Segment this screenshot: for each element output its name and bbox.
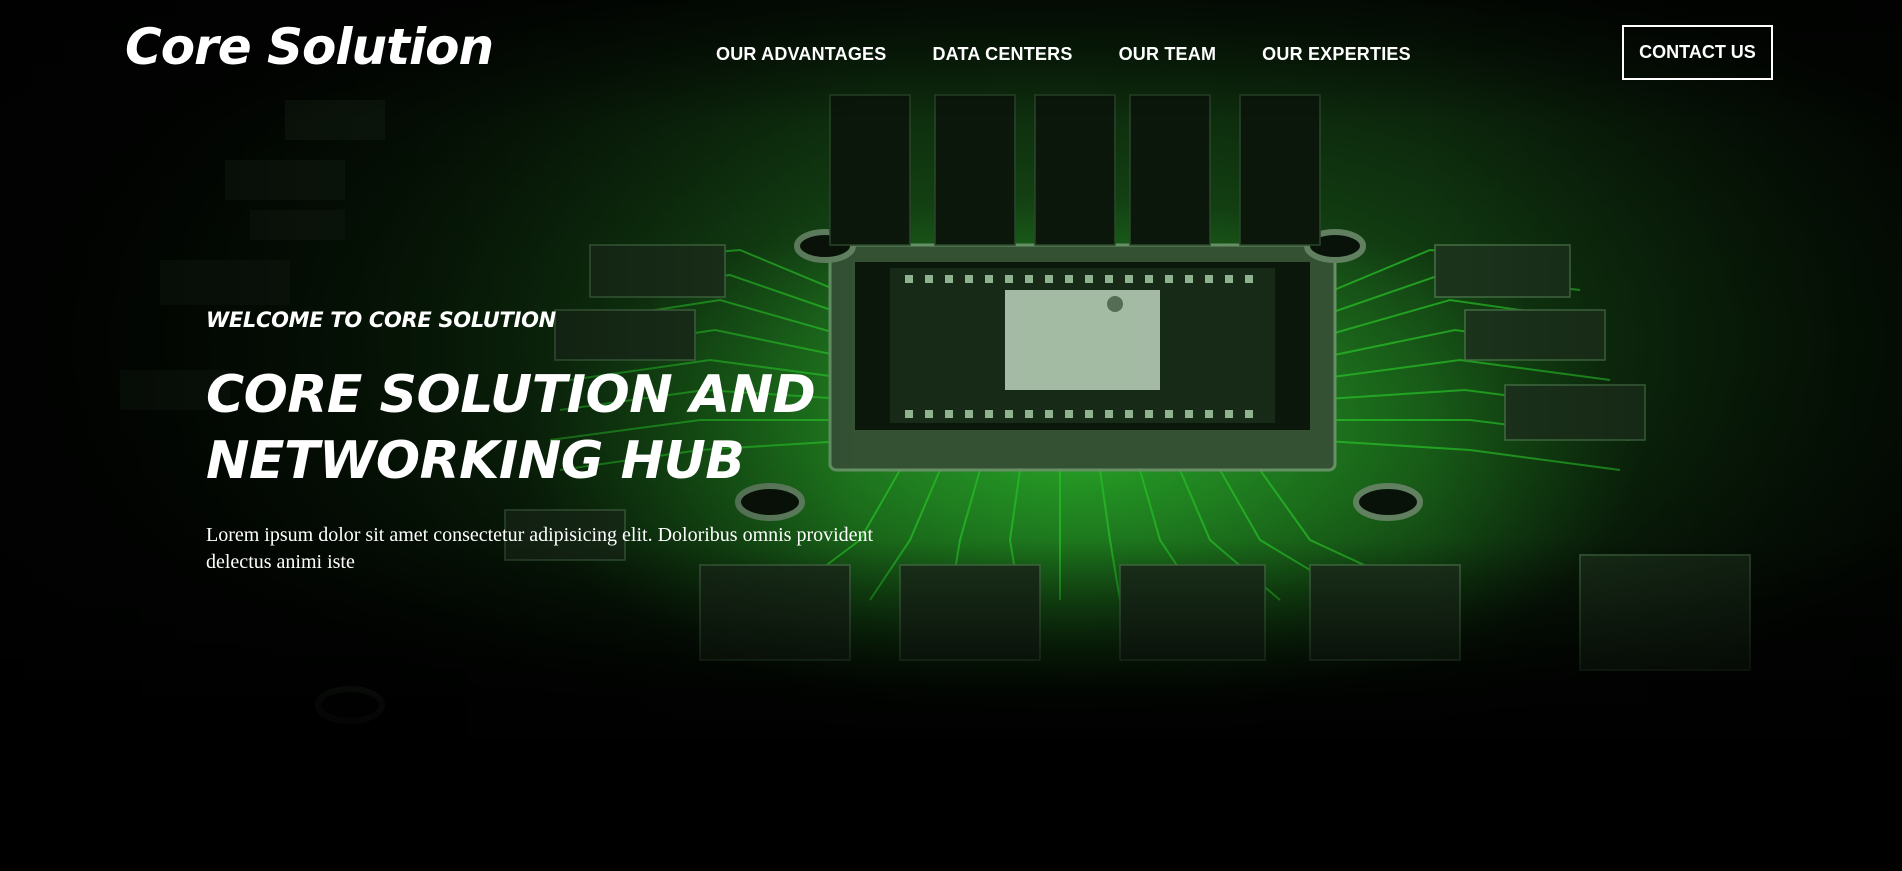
main-nav: OUR ADVANTAGES DATA CENTERS OUR TEAM OUR… — [716, 44, 1411, 65]
hero-headline: CORE SOLUTION AND NETWORKING HUB — [206, 362, 826, 494]
hero-lead-line-1: Lorem ipsum dolor sit amet consectetur a… — [206, 524, 874, 546]
hero-headline-line-1: CORE SOLUTION AND — [206, 365, 816, 425]
brand-logo[interactable]: Core Solution — [125, 18, 494, 76]
nav-item-our-advantages[interactable]: OUR ADVANTAGES — [716, 44, 886, 65]
nav-item-our-team[interactable]: OUR TEAM — [1119, 44, 1217, 65]
hero-eyebrow: WELCOME TO CORE SOLUTION — [206, 308, 556, 332]
landing-page: Core Solution OUR ADVANTAGES DATA CENTER… — [0, 0, 1902, 871]
hero-lead-text: Lorem ipsum dolor sit amet consectetur a… — [206, 522, 966, 576]
nav-item-our-experties[interactable]: OUR EXPERTIES — [1262, 44, 1411, 65]
hero-lead-line-2: delectus animi iste — [206, 551, 355, 573]
hero-headline-line-2: NETWORKING HUB — [206, 431, 745, 491]
contact-us-button[interactable]: CONTACT US — [1622, 25, 1773, 80]
site-header: Core Solution OUR ADVANTAGES DATA CENTER… — [0, 0, 1902, 108]
nav-item-data-centers[interactable]: DATA CENTERS — [932, 44, 1072, 65]
hero-section: WELCOME TO CORE SOLUTION CORE SOLUTION A… — [206, 308, 966, 576]
